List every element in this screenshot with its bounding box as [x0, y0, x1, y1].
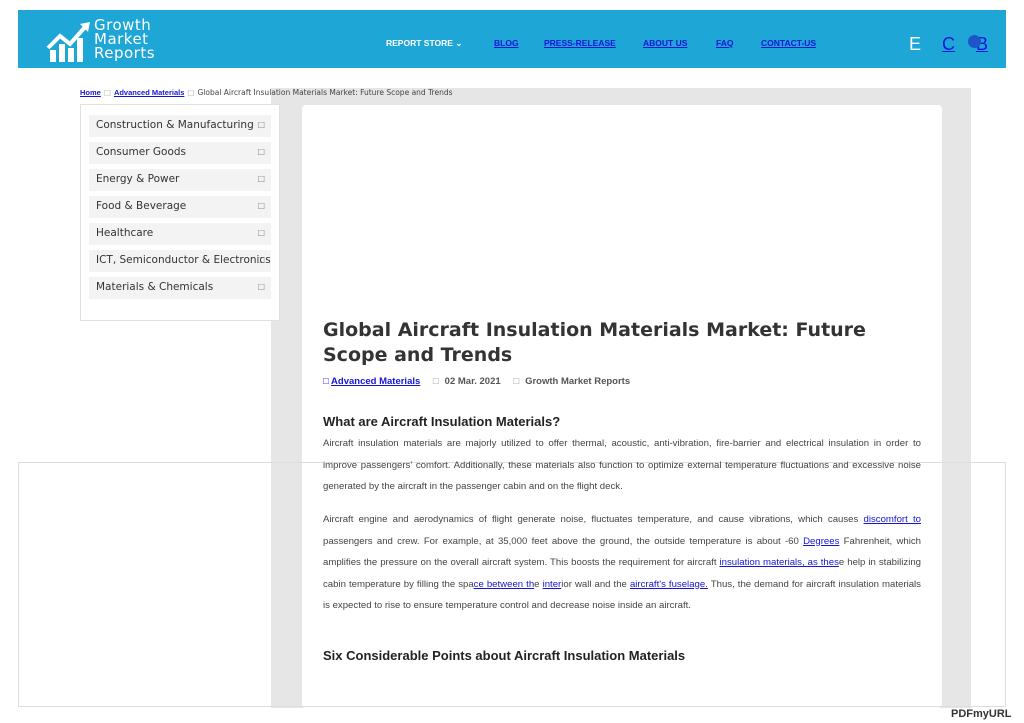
notification-dot: [968, 35, 981, 48]
divider-left: [18, 462, 19, 706]
chevron-right-icon: □: [257, 201, 265, 210]
util-c[interactable]: C: [942, 34, 955, 55]
chevron-right-icon: □: [257, 147, 265, 156]
chevron-right-icon: □: [257, 228, 265, 237]
sidebar-item-label: Food & Beverage: [96, 200, 187, 212]
sidebar-item-label: Consumer Goods: [96, 146, 186, 158]
sidebar-item-label: Healthcare: [96, 227, 154, 239]
logo-line3: Reports: [94, 44, 156, 62]
sidebar-item-energy[interactable]: Energy & Power □: [89, 169, 271, 191]
nav-about-us[interactable]: ABOUT US: [643, 38, 687, 48]
nav-contact-us[interactable]: CONTACT-US: [761, 38, 816, 48]
separator-icon: □: [103, 88, 111, 97]
text: Aircraft engine and aerodynamics of flig…: [323, 514, 864, 525]
divider-bottom: [18, 706, 1006, 707]
page-title: Global Aircraft Insulation Materials Mar…: [323, 319, 866, 366]
text: ior wall and the: [561, 578, 630, 590]
text: e: [534, 578, 543, 590]
sidebar-item-label: Materials & Chemicals: [96, 281, 214, 293]
util-e[interactable]: E: [909, 34, 921, 55]
paragraph-2: Aircraft engine and aerodynamics of flig…: [323, 509, 921, 617]
nav-report-store-label: REPORT STORE: [386, 38, 453, 48]
folder-icon: □: [323, 376, 329, 387]
breadcrumb-current: Global Aircraft Insulation Materials Mar…: [197, 88, 453, 97]
divider-right: [1005, 462, 1006, 706]
user-icon: □: [513, 376, 520, 387]
section-heading-2: Six Considerable Points about Aircraft I…: [323, 648, 686, 663]
sidebar-item-healthcare[interactable]: Healthcare □: [89, 223, 271, 245]
sidebar-item-consumer-goods[interactable]: Consumer Goods □: [89, 142, 271, 164]
link-degrees[interactable]: Degrees: [803, 536, 839, 547]
breadcrumb-category[interactable]: Advanced Materials: [114, 88, 184, 97]
sidebar-item-construction[interactable]: Construction & Manufacturing □: [89, 115, 271, 137]
header-bar: Growth Market Reports REPORT STORE ⌄ BLO…: [18, 10, 1006, 68]
logo-text: Growth Market Reports: [94, 18, 156, 62]
article-card: [302, 105, 942, 708]
sidebar-item-label: ICT, Semiconductor & Electronics: [96, 254, 271, 266]
link-insulation-materials[interactable]: insulation materials, as thes: [720, 557, 839, 568]
sidebar-item-food[interactable]: Food & Beverage □: [89, 196, 271, 218]
sidebar-item-label: Energy & Power: [96, 173, 180, 185]
chevron-down-icon: ⌄: [455, 38, 463, 48]
chevron-right-icon: □: [257, 174, 265, 183]
chevron-right-icon: □: [257, 120, 265, 129]
article-author: Growth Market Reports: [525, 376, 631, 387]
nav-blog[interactable]: BLOG: [494, 38, 519, 48]
chevron-right-icon: □: [257, 282, 265, 291]
article-meta: □ Advanced Materials □ 02 Mar. 2021 □ Grow…: [323, 376, 630, 387]
nav-report-store[interactable]: REPORT STORE ⌄: [386, 38, 462, 49]
category-sidebar: Construction & Manufacturing □ Consumer G…: [80, 104, 280, 321]
nav-press-release[interactable]: PRESS-RELEASE: [544, 38, 616, 48]
separator-icon: □: [187, 88, 195, 97]
paragraph-1: Aircraft insulation materials are majorl…: [323, 438, 921, 492]
link-discomfort[interactable]: discomfort to: [864, 514, 921, 525]
calendar-icon: □: [432, 376, 439, 387]
link-fuselage[interactable]: aircraft's fuselage.: [630, 579, 708, 590]
article-date: 02 Mar. 2021: [444, 376, 501, 387]
link-between[interactable]: ce between th: [474, 579, 535, 590]
sidebar-item-ict[interactable]: ICT, Semiconductor & Electronics □: [89, 250, 271, 272]
pdfmyurl-label: PDFmyURL: [951, 708, 1012, 720]
section-heading-1: What are Aircraft Insulation Materials?: [323, 414, 561, 429]
growth-chart-icon: [46, 22, 90, 62]
nav-faq[interactable]: FAQ: [716, 38, 733, 48]
link-inter[interactable]: inter: [543, 579, 562, 590]
breadcrumb-home[interactable]: Home: [80, 88, 101, 97]
sidebar-item-materials[interactable]: Materials & Chemicals □: [89, 277, 271, 299]
text: passengers and crew. For example, at 35,…: [323, 535, 804, 547]
pdfmyurl-badge[interactable]: PDFmyURL: [951, 708, 1012, 720]
sidebar-item-label: Construction & Manufacturing: [96, 119, 254, 131]
site-logo[interactable]: Growth Market Reports: [46, 18, 186, 66]
chevron-right-icon: □: [257, 255, 265, 264]
breadcrumb: Home □ Advanced Materials □ Global Aircraft …: [80, 88, 453, 97]
article-category-link[interactable]: Advanced Materials: [331, 376, 420, 387]
